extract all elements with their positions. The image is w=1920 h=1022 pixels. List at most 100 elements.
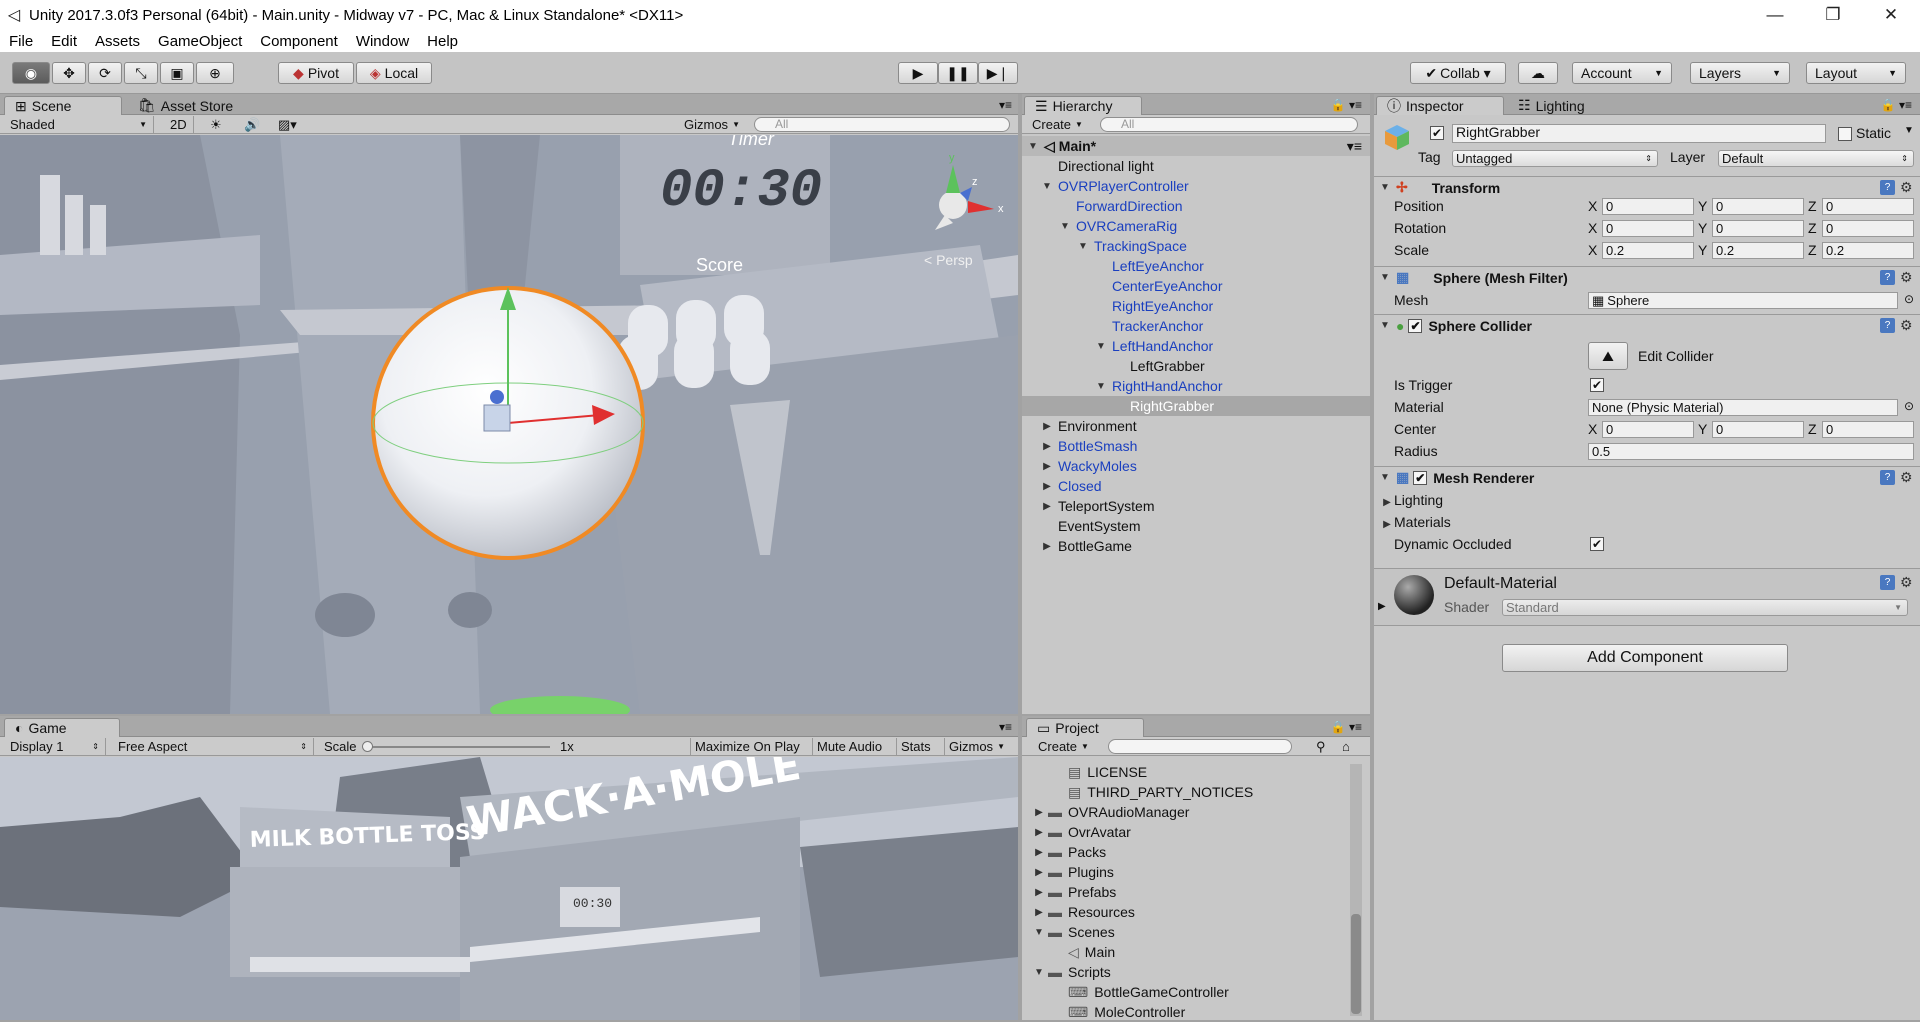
- collapse-arrow-icon[interactable]: ▼: [1378, 182, 1392, 193]
- lighting-toggle-icon[interactable]: ☀: [206, 116, 230, 133]
- project-item[interactable]: ▶ ▬ Resources: [1022, 902, 1370, 922]
- expand-arrow-icon[interactable]: ▶: [1032, 807, 1046, 818]
- radius-field[interactable]: 0.5: [1588, 443, 1914, 460]
- play-button[interactable]: ▶: [898, 62, 938, 84]
- scale-slider-thumb[interactable]: [362, 741, 373, 752]
- edit-collider-button[interactable]: ⛰: [1588, 342, 1628, 370]
- hierarchy-item[interactable]: ▶ BottleSmash: [1022, 436, 1370, 456]
- persp-label[interactable]: < Persp: [924, 252, 973, 268]
- project-item[interactable]: ⌨ BottleGameController: [1022, 982, 1370, 1002]
- project-item[interactable]: ▼ ▬ Scripts: [1022, 962, 1370, 982]
- mesh-renderer-header[interactable]: ▼ ▦ ✔ Mesh Renderer: [1374, 466, 1920, 488]
- hierarchy-item[interactable]: RightEyeAnchor: [1022, 296, 1370, 316]
- sphere-collider-header[interactable]: ▼ ● ✔ Sphere Collider: [1374, 314, 1920, 336]
- hierarchy-item[interactable]: ▶ TeleportSystem: [1022, 496, 1370, 516]
- gear-icon[interactable]: ⚙: [1900, 574, 1913, 591]
- hierarchy-create-dropdown[interactable]: Create ▼: [1028, 116, 1088, 133]
- hierarchy-item[interactable]: LeftEyeAnchor: [1022, 256, 1370, 276]
- gizmos-dropdown[interactable]: Gizmos ▼: [680, 116, 746, 133]
- shading-dropdown[interactable]: Shaded ▼: [6, 116, 154, 133]
- effects-dropdown-icon[interactable]: ▨▾: [274, 116, 310, 133]
- expand-arrow-icon[interactable]: ▶: [1040, 461, 1054, 472]
- expand-arrow-icon[interactable]: ▶: [1032, 827, 1046, 838]
- stats-toggle[interactable]: Stats: [896, 738, 940, 755]
- maximize-on-play-toggle[interactable]: Maximize On Play: [690, 738, 808, 755]
- expand-arrow-icon[interactable]: ▶: [1378, 601, 1386, 612]
- expand-arrow-icon[interactable]: ▶: [1040, 421, 1054, 432]
- cloud-button[interactable]: ☁: [1518, 62, 1558, 84]
- tab-hierarchy[interactable]: ☰ Hierarchy: [1024, 96, 1142, 115]
- hierarchy-item[interactable]: EventSystem: [1022, 516, 1370, 536]
- scale-z-field[interactable]: 0.2: [1822, 242, 1914, 259]
- scale-tool-button[interactable]: ⤡: [124, 62, 158, 84]
- menu-component[interactable]: Component: [251, 33, 347, 50]
- transform-header[interactable]: ▼ ✢ Transform: [1374, 176, 1920, 198]
- audio-toggle-icon[interactable]: 🔊: [240, 116, 264, 133]
- project-item[interactable]: ▤ LICENSE: [1022, 762, 1370, 782]
- hierarchy-item[interactable]: ▼ TrackingSpace: [1022, 236, 1370, 256]
- transform-tool-button[interactable]: ⊕: [196, 62, 234, 84]
- material-field[interactable]: None (Physic Material): [1588, 399, 1898, 416]
- minimize-button[interactable]: —: [1746, 0, 1804, 30]
- expand-arrow-icon[interactable]: ▶: [1032, 907, 1046, 918]
- menu-gameobject[interactable]: GameObject: [149, 33, 251, 50]
- position-x-field[interactable]: 0: [1602, 198, 1694, 215]
- collapse-arrow-icon[interactable]: ▼: [1378, 320, 1392, 331]
- filter-label-icon[interactable]: ⌂: [1338, 738, 1358, 755]
- close-button[interactable]: ✕: [1862, 0, 1920, 30]
- mute-audio-toggle[interactable]: Mute Audio: [812, 738, 892, 755]
- object-picker-icon[interactable]: ⊙: [1904, 292, 1914, 306]
- menu-window[interactable]: Window: [347, 33, 418, 50]
- expand-arrow-icon[interactable]: ▶: [1040, 481, 1054, 492]
- help-book-icon[interactable]: ?: [1880, 470, 1895, 485]
- project-item[interactable]: ▶ ▬ Packs: [1022, 842, 1370, 862]
- account-dropdown[interactable]: Account ▼: [1572, 62, 1672, 84]
- hierarchy-item[interactable]: LeftGrabber: [1022, 356, 1370, 376]
- gear-icon[interactable]: ⚙: [1900, 469, 1913, 486]
- layers-dropdown[interactable]: Layers ▼: [1690, 62, 1790, 84]
- gear-icon[interactable]: ⚙: [1900, 317, 1913, 334]
- pause-button[interactable]: ❚❚: [938, 62, 978, 84]
- lock-icon[interactable]: 🔒 ▾≡: [1331, 98, 1362, 112]
- project-item[interactable]: ▼ ▬ Scenes: [1022, 922, 1370, 942]
- menu-file[interactable]: File: [0, 33, 42, 50]
- object-name-field[interactable]: RightGrabber: [1452, 124, 1826, 143]
- tab-game[interactable]: ◐ Game: [4, 718, 120, 737]
- center-z-field[interactable]: 0: [1822, 421, 1914, 438]
- collapse-arrow-icon[interactable]: ▼: [1378, 472, 1392, 483]
- expand-arrow-icon[interactable]: ▶: [1040, 501, 1054, 512]
- center-x-field[interactable]: 0: [1602, 421, 1694, 438]
- collapse-arrow-icon[interactable]: ▼: [1378, 272, 1392, 283]
- materials-foldout[interactable]: ▶ Materials: [1380, 514, 1451, 530]
- project-scrollbar[interactable]: [1350, 764, 1362, 1016]
- tab-lighting[interactable]: ☷ Lighting: [1508, 96, 1595, 115]
- lock-icon[interactable]: 🔒 ▾≡: [1331, 720, 1362, 734]
- static-checkbox[interactable]: [1838, 127, 1852, 141]
- gear-icon[interactable]: ⚙: [1900, 179, 1913, 196]
- gear-icon[interactable]: ⚙: [1900, 269, 1913, 286]
- rotation-z-field[interactable]: 0: [1822, 220, 1914, 237]
- expand-arrow-icon[interactable]: ▶: [1040, 541, 1054, 552]
- object-picker-icon[interactable]: ⊙: [1904, 399, 1914, 413]
- scene-search-input[interactable]: All: [754, 117, 1010, 132]
- scale-slider[interactable]: [362, 741, 550, 752]
- rotation-x-field[interactable]: 0: [1602, 220, 1694, 237]
- expand-arrow-icon[interactable]: ▼: [1032, 927, 1046, 938]
- display-dropdown[interactable]: Display 1 ⇕: [6, 738, 106, 755]
- hierarchy-item[interactable]: ▶ Closed: [1022, 476, 1370, 496]
- project-item[interactable]: ▶ ▬ Plugins: [1022, 862, 1370, 882]
- tab-scene[interactable]: ⊞ Scene: [4, 96, 122, 115]
- expand-arrow-icon[interactable]: ▼: [1076, 241, 1090, 252]
- expand-arrow-icon[interactable]: ▼: [1026, 141, 1040, 152]
- expand-arrow-icon[interactable]: ▶: [1032, 847, 1046, 858]
- help-book-icon[interactable]: ?: [1880, 180, 1895, 195]
- help-book-icon[interactable]: ?: [1880, 318, 1895, 333]
- mesh-field[interactable]: ▦ Sphere: [1588, 292, 1898, 309]
- project-item[interactable]: ◁ Main: [1022, 942, 1370, 962]
- rotate-tool-button[interactable]: ⟳: [88, 62, 122, 84]
- hierarchy-item[interactable]: ▶ BottleGame: [1022, 536, 1370, 556]
- collab-dropdown[interactable]: ✔ Collab ▾: [1410, 62, 1506, 84]
- pivot-button[interactable]: ◆ Pivot: [278, 62, 354, 84]
- hierarchy-item[interactable]: ▼ RightHandAnchor: [1022, 376, 1370, 396]
- hierarchy-item[interactable]: RightGrabber: [1022, 396, 1370, 416]
